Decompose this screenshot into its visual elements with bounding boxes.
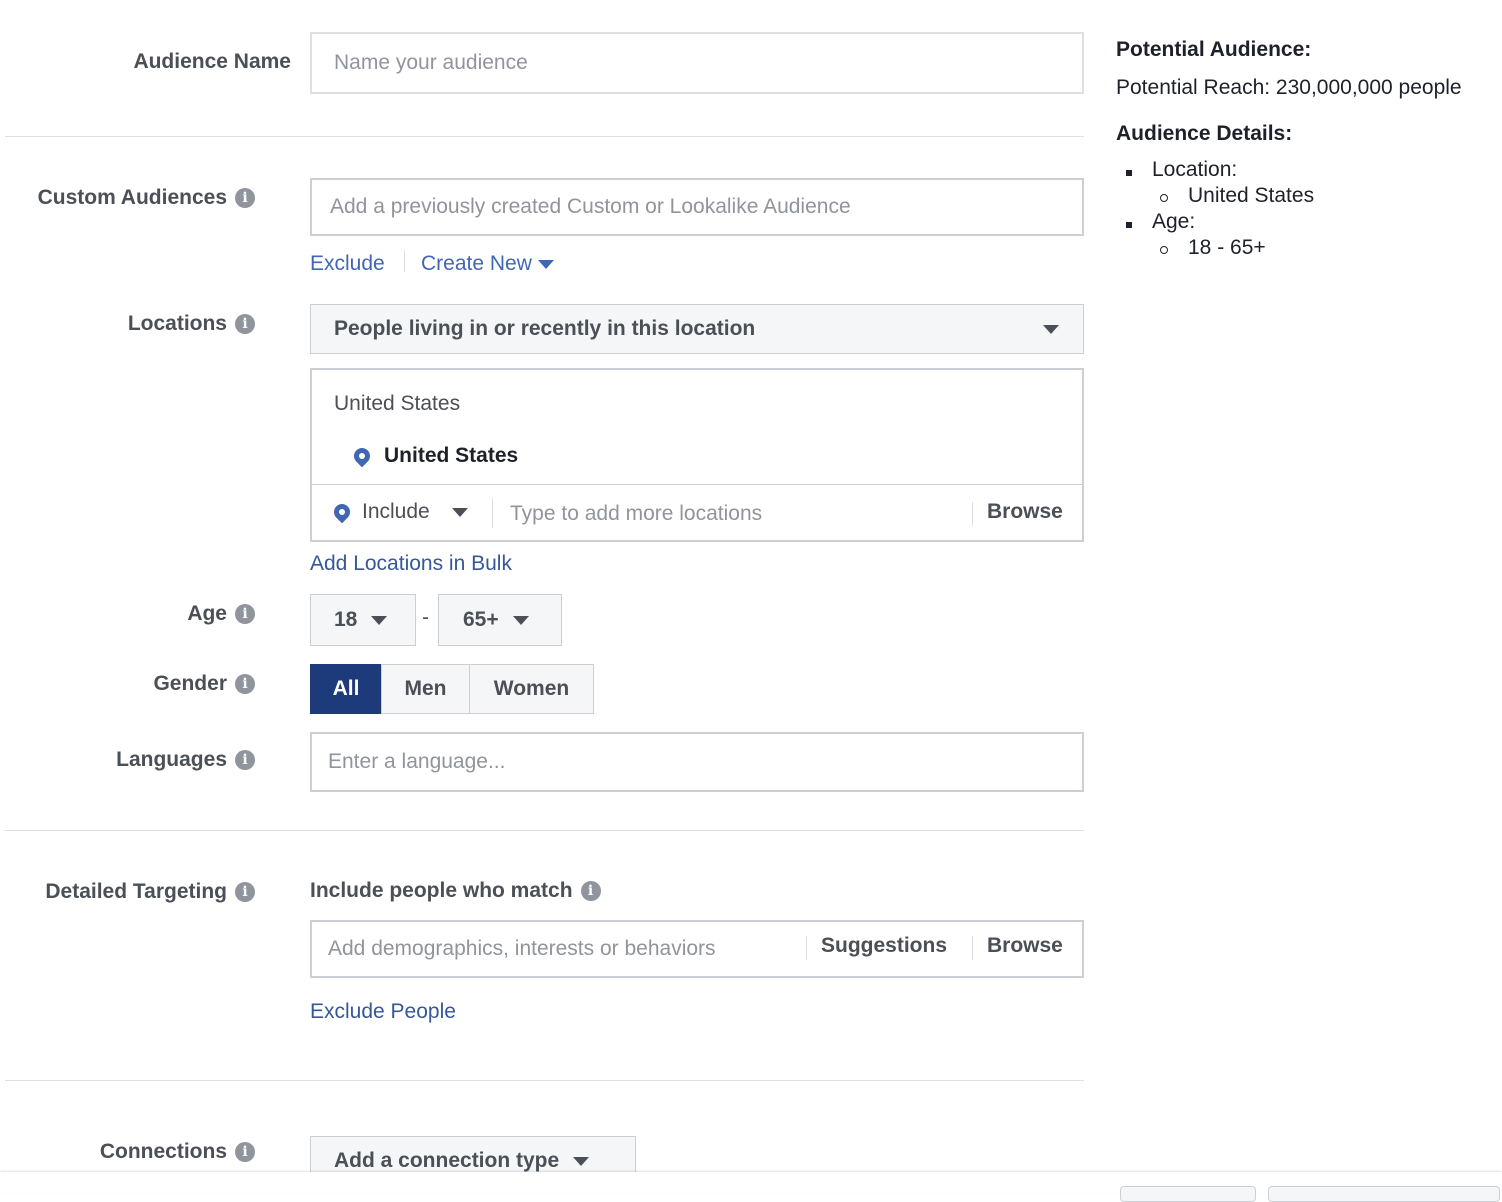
age-separator: - — [422, 606, 429, 629]
audience-name-input[interactable]: Name your audience — [310, 32, 1084, 94]
info-icon[interactable]: i — [580, 881, 601, 901]
browse-targeting-button[interactable]: Browse — [987, 934, 1063, 958]
exclude-custom-audience-link[interactable]: Exclude — [310, 252, 385, 276]
chevron-down-icon — [512, 615, 529, 625]
suggestions-button[interactable]: Suggestions — [821, 934, 947, 958]
footer-bar — [0, 1172, 1502, 1202]
audience-name-label: Audience Name — [133, 50, 291, 73]
section-divider — [5, 136, 1084, 137]
chevron-down-icon — [371, 615, 388, 625]
section-divider — [5, 830, 1084, 831]
bullet-icon — [1160, 194, 1168, 202]
chevron-down-icon — [1043, 325, 1059, 334]
section-divider — [5, 1080, 1084, 1081]
location-pin-icon — [350, 444, 374, 468]
footer-button[interactable] — [1120, 1186, 1256, 1202]
info-icon[interactable]: i — [235, 604, 255, 624]
browse-locations-button[interactable]: Browse — [987, 500, 1063, 524]
languages-label: Languages i — [116, 748, 255, 772]
audience-details-title: Audience Details: — [1116, 122, 1293, 145]
info-icon[interactable]: i — [235, 750, 255, 770]
include-dropdown[interactable]: Include — [330, 500, 468, 524]
detail-age-key: Age: — [1152, 210, 1196, 233]
age-label: Age i — [187, 602, 255, 626]
language-input[interactable]: Enter a language... — [310, 732, 1084, 792]
footer-button[interactable] — [1268, 1186, 1500, 1202]
location-row-divider — [312, 484, 1082, 485]
gender-men-button[interactable]: Men — [381, 664, 470, 714]
field-separator — [972, 936, 973, 960]
custom-audiences-label: Custom Audiences i — [38, 186, 255, 210]
potential-reach-text: Potential Reach: 230,000,000 people — [1116, 76, 1462, 99]
link-separator — [404, 250, 405, 272]
field-separator — [972, 502, 973, 526]
selected-location[interactable]: United States — [350, 444, 518, 468]
info-icon[interactable]: i — [235, 882, 255, 902]
detailed-targeting-label: Detailed Targeting i — [45, 880, 255, 904]
gender-women-button[interactable]: Women — [469, 664, 594, 714]
bullet-icon — [1126, 170, 1132, 176]
include-people-heading: Include people who match i — [310, 879, 601, 903]
locations-label: Locations i — [128, 312, 255, 336]
chevron-down-icon — [451, 507, 468, 517]
field-separator — [492, 498, 493, 528]
create-new-dropdown[interactable]: Create New — [421, 252, 554, 276]
location-pin-icon — [330, 500, 354, 524]
chevron-down-icon — [537, 259, 554, 269]
bullet-icon — [1126, 222, 1132, 228]
add-locations-input[interactable]: Type to add more locations — [510, 502, 762, 526]
info-icon[interactable]: i — [235, 314, 255, 334]
gender-label: Gender i — [153, 672, 255, 696]
detail-age-value: 18 - 65+ — [1188, 236, 1266, 259]
gender-all-button[interactable]: All — [310, 664, 382, 714]
location-search-text: United States — [334, 392, 461, 415]
location-type-dropdown[interactable]: People living in or recently in this loc… — [310, 304, 1084, 354]
custom-audiences-input[interactable]: Add a previously created Custom or Looka… — [310, 178, 1084, 236]
detail-location-key: Location: — [1152, 158, 1238, 181]
age-min-dropdown[interactable]: 18 — [310, 594, 416, 646]
field-separator — [806, 936, 807, 960]
potential-audience-title: Potential Audience: — [1116, 38, 1312, 61]
add-locations-bulk-link[interactable]: Add Locations in Bulk — [310, 552, 512, 576]
detail-location-value: United States — [1188, 184, 1315, 207]
bullet-icon — [1160, 246, 1168, 254]
info-icon[interactable]: i — [235, 674, 255, 694]
connections-label: Connections i — [100, 1140, 255, 1164]
chevron-down-icon — [573, 1157, 590, 1166]
age-max-dropdown[interactable]: 65+ — [438, 594, 562, 646]
exclude-people-link[interactable]: Exclude People — [310, 1000, 456, 1024]
info-icon[interactable]: i — [235, 188, 255, 208]
info-icon[interactable]: i — [235, 1142, 255, 1162]
detailed-targeting-input[interactable]: Add demographics, interests or behaviors — [310, 920, 1084, 978]
